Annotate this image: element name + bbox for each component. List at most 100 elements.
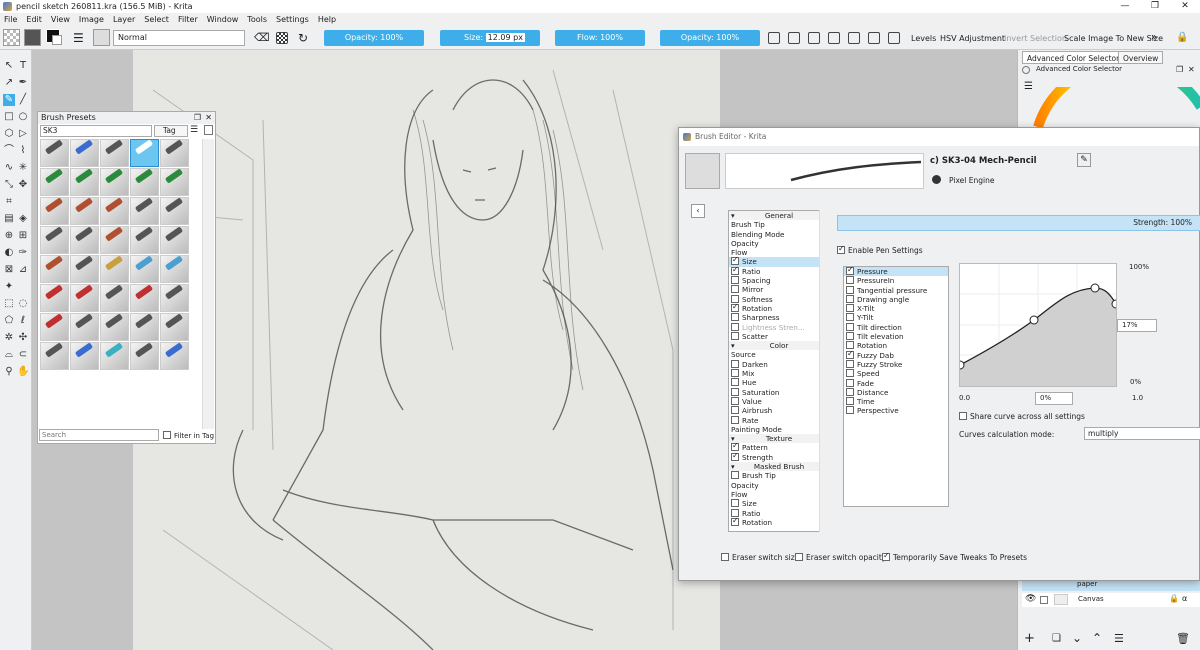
color-wheel[interactable] [1033, 87, 1200, 127]
preset-thumb[interactable] [100, 168, 129, 196]
view-mode-icon[interactable]: ☰ [190, 125, 198, 135]
edit-shapes-tool-icon[interactable]: ↗ [3, 77, 15, 89]
item-checkbox[interactable] [731, 378, 739, 387]
menu-window[interactable]: Window [207, 15, 239, 24]
item-checkbox[interactable] [731, 276, 739, 285]
scale-image-button[interactable]: Scale Image To New Size [1064, 34, 1163, 43]
list-item[interactable]: Strength [729, 451, 827, 462]
layer-icon[interactable] [888, 32, 900, 44]
reference-images-tool-icon[interactable]: ✦ [3, 281, 15, 293]
enable-pen-settings-checkbox[interactable]: Enable Pen Settings [837, 244, 923, 255]
menu-view[interactable]: View [51, 15, 70, 24]
fill-tool-icon[interactable]: ◐ [3, 247, 15, 259]
curve-point[interactable] [1090, 283, 1100, 293]
alpha-lock-icon[interactable]: α [1182, 594, 1187, 603]
preset-search-input[interactable] [39, 429, 159, 441]
similar-select-tool-icon[interactable]: ✣ [17, 332, 29, 344]
select-shapes-tool-icon[interactable]: ↖ [3, 60, 15, 72]
list-item[interactable]: Sharpness [729, 313, 827, 322]
tag-button[interactable]: Tag [154, 125, 188, 137]
freehand-path-tool-icon[interactable]: ⌇ [17, 145, 29, 157]
section-header[interactable]: ▾ Masked Brush [729, 462, 827, 472]
list-item[interactable]: Pressure [844, 267, 948, 277]
list-item[interactable]: Distance [844, 387, 948, 397]
preset-thumb[interactable] [130, 342, 159, 370]
brush-preset-icon[interactable] [685, 153, 720, 189]
list-item[interactable]: Speed [844, 369, 948, 378]
list-item[interactable]: Ratio [729, 508, 827, 518]
background-color-swatch[interactable] [52, 35, 62, 45]
item-checkbox[interactable] [731, 406, 739, 415]
rectangle-select-tool-icon[interactable]: ⬚ [3, 298, 15, 310]
curve-y-value-input[interactable]: 17% [1117, 319, 1157, 332]
preset-thumb[interactable] [160, 255, 189, 283]
list-item[interactable]: Fuzzy Dab [844, 349, 948, 360]
gradient-tool-icon[interactable]: ▤ [3, 213, 15, 225]
collapse-arrow-icon[interactable]: ▾ [731, 211, 735, 220]
preset-thumb[interactable] [160, 197, 189, 225]
list-item[interactable]: Opacity [729, 239, 827, 248]
preset-thumb[interactable] [100, 342, 129, 370]
list-item[interactable]: Brush Tip [729, 471, 827, 480]
preset-thumb[interactable] [100, 284, 129, 312]
size-value[interactable]: 12.09 px [485, 33, 525, 42]
list-item[interactable]: Source [729, 350, 827, 359]
filter-in-tag-checkbox[interactable]: Filter in Tag [163, 431, 214, 440]
list-item[interactable]: Scatter [729, 331, 827, 341]
list-item[interactable]: Flow [729, 490, 827, 499]
pressure-curve-editor[interactable] [955, 263, 1121, 387]
gradient-selector[interactable] [3, 29, 20, 46]
item-checkbox[interactable] [731, 265, 739, 275]
preset-thumb[interactable] [100, 197, 129, 225]
list-item[interactable]: Value [729, 396, 827, 406]
preset-thumb[interactable] [130, 168, 159, 196]
curve-point[interactable] [955, 360, 965, 370]
freehand-select-tool-icon[interactable]: ℓ [17, 315, 29, 327]
preset-thumb[interactable] [70, 342, 99, 370]
pan-tool-icon[interactable]: ✋ [17, 366, 29, 378]
transform-tool-icon[interactable]: ⤡ [3, 179, 15, 191]
list-item[interactable]: Flow [729, 248, 827, 257]
preset-thumb[interactable] [160, 313, 189, 341]
preset-thumb[interactable] [100, 226, 129, 254]
list-item[interactable]: Rotation [729, 302, 827, 313]
strength-slider[interactable]: Strength: 100% [837, 215, 1200, 231]
item-checkbox[interactable] [731, 516, 739, 526]
share-curve-checkbox[interactable]: Share curve across all settings [959, 412, 1085, 421]
menu-image[interactable]: Image [79, 15, 104, 24]
temp-save-tweaks-checkbox[interactable]: Temporarily Save Tweaks To Presets [882, 551, 1027, 562]
section-header[interactable]: ▾ Color [729, 341, 827, 351]
preset-thumb[interactable] [160, 168, 189, 196]
invert-selection-button[interactable]: Invert Selection [1004, 34, 1067, 43]
mirror-vertical-icon[interactable] [788, 32, 800, 44]
curve-x-value-input[interactable]: 0% [1035, 392, 1073, 405]
preset-thumb[interactable] [40, 168, 69, 196]
float-docker-icon[interactable]: ❐ [1176, 65, 1183, 74]
pattern-fill-tool-icon[interactable]: ⊞ [17, 230, 29, 242]
text-tool-icon[interactable]: T [17, 60, 29, 72]
section-header[interactable]: ▾ Texture [729, 434, 827, 444]
item-checkbox[interactable] [846, 322, 854, 331]
crop-tool-icon[interactable]: ⌗ [3, 196, 15, 208]
brush-settings-icon[interactable]: ☰ [73, 32, 85, 44]
list-item[interactable]: Saturation [729, 387, 827, 397]
line-tool-icon[interactable]: ╱ [17, 94, 29, 106]
list-item[interactable]: Tilt elevation [844, 332, 948, 341]
list-item[interactable]: Rotation [844, 341, 948, 350]
colorize-mask-tool-icon[interactable]: ◈ [17, 213, 29, 225]
tag-select[interactable]: SK3 [40, 125, 152, 137]
item-checkbox[interactable] [846, 276, 854, 285]
item-checkbox[interactable] [846, 285, 854, 294]
preset-thumb[interactable] [40, 139, 69, 167]
menu-file[interactable]: File [4, 15, 17, 24]
preset-thumb-selected[interactable] [130, 139, 159, 167]
item-checkbox[interactable] [731, 396, 739, 405]
eraser-switch-size-checkbox[interactable]: Eraser switch size [721, 553, 799, 562]
preset-thumb[interactable] [70, 284, 99, 312]
list-item[interactable]: Darken [729, 359, 827, 369]
item-checkbox[interactable] [731, 499, 739, 508]
list-item[interactable]: Mix [729, 369, 827, 378]
collapse-arrow-icon[interactable]: ▾ [731, 462, 735, 471]
preset-thumb[interactable] [130, 313, 159, 341]
list-item[interactable]: Painting Mode [729, 425, 827, 434]
